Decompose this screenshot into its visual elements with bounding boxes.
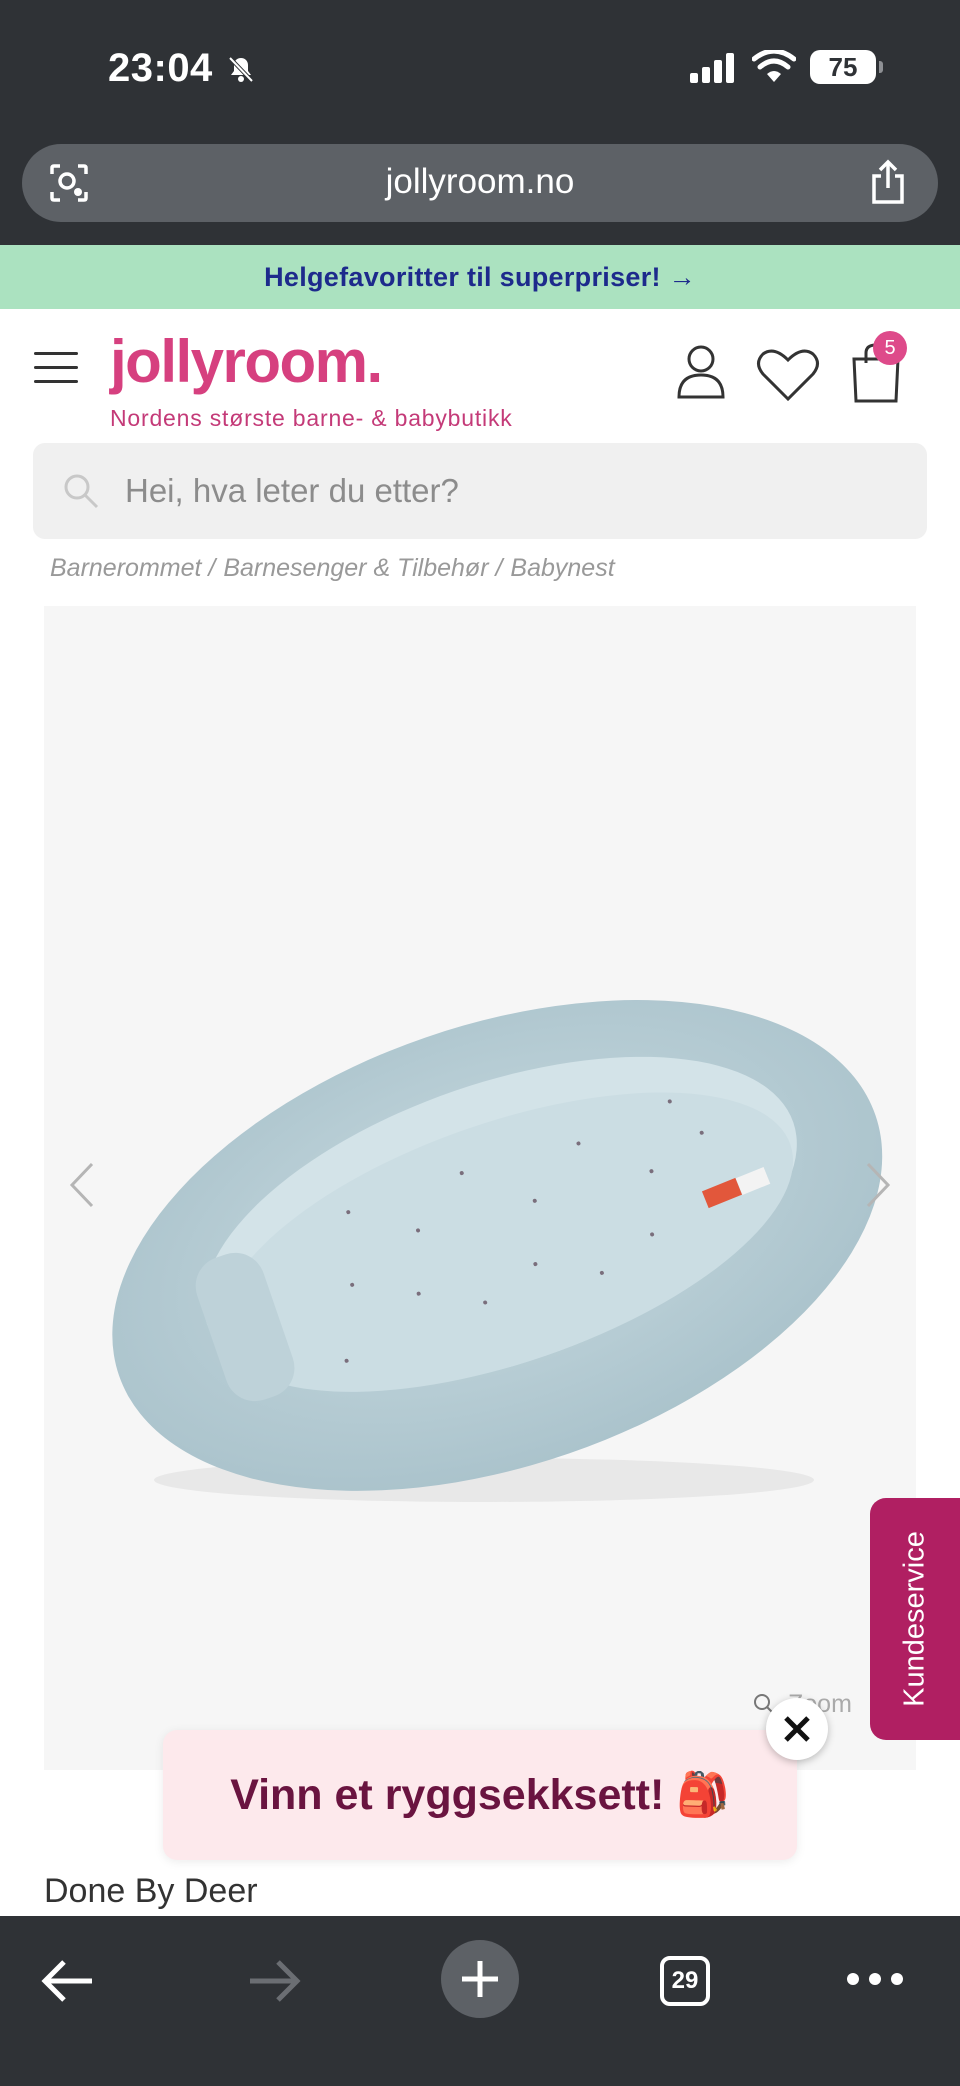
next-image-arrow-icon[interactable] <box>864 1160 894 1210</box>
browser-top-chrome: 23:04 75 jollyroom.no <box>0 0 960 245</box>
search-bar[interactable] <box>33 443 927 539</box>
close-icon[interactable] <box>766 1698 828 1760</box>
site-tagline: Nordens største barne- & babybutikk <box>110 405 513 431</box>
status-time: 23:04 <box>108 46 213 90</box>
back-arrow-icon[interactable] <box>40 1956 96 2006</box>
wishlist-heart-icon[interactable] <box>756 347 820 401</box>
breadcrumb-item-barnesenger[interactable]: Barnesenger & Tilbehør / <box>223 554 502 583</box>
contest-popup[interactable]: Vinn et ryggsekksett! 🎒 <box>163 1730 797 1860</box>
tabs-count-button[interactable]: 29 <box>660 1956 710 2006</box>
product-brand[interactable]: Done By Deer <box>44 1872 258 1911</box>
new-tab-button[interactable] <box>441 1940 519 2018</box>
plus-icon <box>462 1961 498 1997</box>
url-text[interactable]: jollyroom.no <box>22 162 938 202</box>
more-options-icon[interactable] <box>846 1972 904 1986</box>
search-input[interactable] <box>125 443 905 539</box>
menu-icon[interactable] <box>34 352 78 386</box>
account-icon[interactable] <box>676 343 726 399</box>
forward-arrow-icon <box>250 1960 301 2002</box>
previous-image-arrow-icon[interactable] <box>66 1160 96 1210</box>
product-image-gallery[interactable] <box>44 606 916 1770</box>
search-icon <box>64 474 99 509</box>
breadcrumb-item-barnerommet[interactable]: Barnerommet / <box>50 554 215 583</box>
browser-bottom-toolbar: 29 <box>0 1916 960 2086</box>
share-icon[interactable] <box>868 158 908 206</box>
customer-service-tab[interactable]: Kundeservice <box>870 1498 960 1740</box>
breadcrumb: Barnerommet / Barnesenger & Tilbehør / B… <box>50 554 615 583</box>
address-bar[interactable]: jollyroom.no <box>22 144 938 222</box>
status-indicators: 75 <box>688 50 883 84</box>
site-header: jollyroom. Nordens største barne- & baby… <box>0 309 960 439</box>
wifi-icon <box>752 50 796 82</box>
customer-service-label: Kundeservice <box>898 1531 931 1707</box>
site-logo[interactable]: jollyroom. <box>110 327 383 396</box>
promo-banner[interactable]: Helgefavoritter til superpriser! → <box>0 245 960 309</box>
product-image-babynest[interactable] <box>44 606 916 1770</box>
contest-popup-text: Vinn et ryggsekksett! 🎒 <box>230 1771 730 1819</box>
breadcrumb-item-babynest[interactable]: Babynest <box>510 554 614 583</box>
silent-bell-icon <box>228 56 254 83</box>
battery-indicator: 75 <box>810 50 883 84</box>
cart-count-badge: 5 <box>873 331 907 365</box>
signal-icon <box>690 53 734 83</box>
